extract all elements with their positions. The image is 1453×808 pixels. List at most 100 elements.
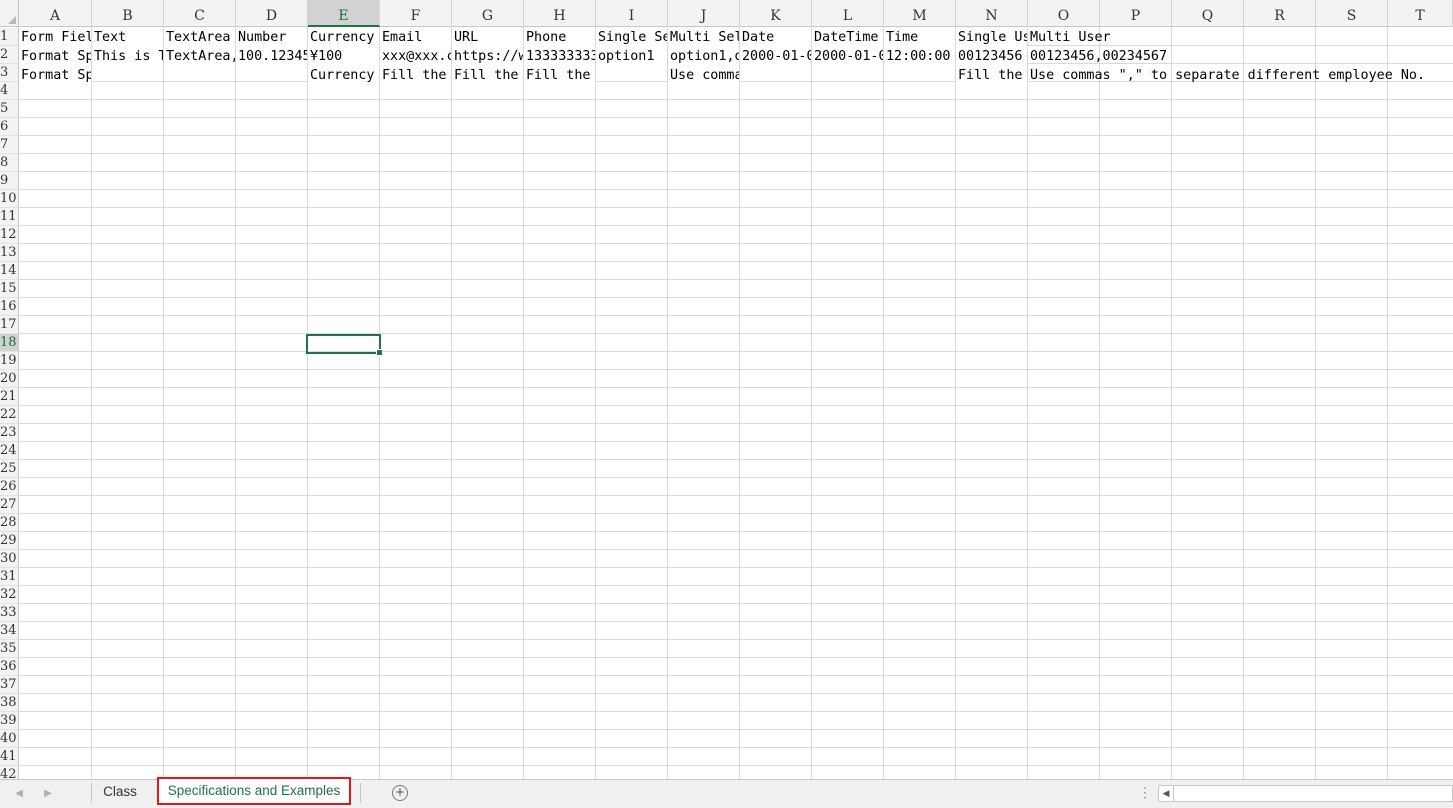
cell-A3[interactable]: Format Spec: [19, 66, 91, 84]
row-header-31[interactable]: 31: [0, 568, 19, 586]
column-header-N[interactable]: N: [956, 0, 1028, 27]
row-header-42[interactable]: 42: [0, 766, 19, 779]
column-header-K[interactable]: K: [740, 0, 812, 27]
row-header-32[interactable]: 32: [0, 586, 19, 604]
column-header-S[interactable]: S: [1316, 0, 1388, 27]
row-header-11[interactable]: 11: [0, 208, 19, 226]
cell-B1[interactable]: Text: [92, 28, 163, 46]
row-header-10[interactable]: 10: [0, 190, 19, 208]
cell-N1[interactable]: Single User: [956, 28, 1027, 46]
cell-G1[interactable]: URL: [452, 28, 523, 46]
select-all-corner[interactable]: [0, 0, 19, 27]
scrollbar-thumb[interactable]: [1174, 787, 1449, 800]
row-header-18[interactable]: 18: [0, 334, 19, 352]
row-header-23[interactable]: 23: [0, 424, 19, 442]
column-header-C[interactable]: C: [164, 0, 236, 27]
cell-E3[interactable]: Currency: [308, 66, 379, 84]
row-header-30[interactable]: 30: [0, 550, 19, 568]
row-header-13[interactable]: 13: [0, 244, 19, 262]
row-header-5[interactable]: 5: [0, 100, 19, 118]
cell-H1[interactable]: Phone: [524, 28, 595, 46]
row-header-2[interactable]: 2: [0, 46, 19, 64]
fill-handle[interactable]: [376, 349, 383, 356]
column-header-J[interactable]: J: [668, 0, 740, 27]
column-header-D[interactable]: D: [236, 0, 308, 27]
cell-G3[interactable]: Fill the: [452, 66, 523, 84]
cell-L2[interactable]: 2000-01-01: [812, 47, 883, 65]
cell-O2[interactable]: 00123456,00234567: [1028, 47, 1178, 65]
row-header-24[interactable]: 24: [0, 442, 19, 460]
column-header-H[interactable]: H: [524, 0, 596, 27]
row-header-6[interactable]: 6: [0, 118, 19, 136]
column-header-O[interactable]: O: [1028, 0, 1100, 27]
chevron-left-icon[interactable]: ◀: [12, 786, 26, 802]
cell-A1[interactable]: Form Field: [19, 28, 91, 46]
row-header-21[interactable]: 21: [0, 388, 19, 406]
cell-I1[interactable]: Single Select: [596, 28, 667, 46]
row-header-26[interactable]: 26: [0, 478, 19, 496]
cell-C1[interactable]: TextArea: [164, 28, 235, 46]
column-header-L[interactable]: L: [812, 0, 884, 27]
column-header-I[interactable]: I: [596, 0, 668, 27]
cell-D1[interactable]: Number: [236, 28, 307, 46]
chevron-right-icon[interactable]: ▶: [41, 786, 55, 802]
cell-C2[interactable]: TextArea,: [164, 47, 235, 65]
cell-I2[interactable]: option1: [596, 47, 667, 65]
cell-J1[interactable]: Multi Select: [668, 28, 739, 46]
row-header-12[interactable]: 12: [0, 226, 19, 244]
column-header-R[interactable]: R: [1244, 0, 1316, 27]
active-cell-selection[interactable]: [306, 334, 383, 356]
row-header-25[interactable]: 25: [0, 460, 19, 478]
cell-M2[interactable]: 12:00:00: [884, 47, 955, 65]
row-header-14[interactable]: 14: [0, 262, 19, 280]
cell-F1[interactable]: Email: [380, 28, 451, 46]
row-header-27[interactable]: 27: [0, 496, 19, 514]
cell-J3[interactable]: Use comma: [668, 66, 739, 84]
spreadsheet-grid[interactable]: A B C D E F G H I J K L M N O P Q R S T …: [0, 0, 1453, 779]
cell-H2[interactable]: 13333333333: [524, 47, 595, 65]
tab-class[interactable]: Class: [92, 780, 148, 804]
row-header-9[interactable]: 9: [0, 172, 19, 190]
row-header-8[interactable]: 8: [0, 154, 19, 172]
column-header-B[interactable]: B: [92, 0, 164, 27]
column-header-T[interactable]: T: [1388, 0, 1453, 27]
row-header-20[interactable]: 20: [0, 370, 19, 388]
cell-E2[interactable]: ¥100: [308, 47, 379, 65]
scroll-left-icon[interactable]: ◀: [1159, 786, 1174, 801]
row-header-4[interactable]: 4: [0, 82, 19, 100]
cell-L1[interactable]: DateTime: [812, 28, 883, 46]
row-header-36[interactable]: 36: [0, 658, 19, 676]
row-header-19[interactable]: 19: [0, 352, 19, 370]
cell-O3[interactable]: Use commas "," to separate different emp…: [1028, 66, 1448, 84]
row-header-17[interactable]: 17: [0, 316, 19, 334]
row-header-40[interactable]: 40: [0, 730, 19, 748]
row-header-1[interactable]: 1: [0, 28, 19, 46]
cell-D2[interactable]: 100.12345: [236, 47, 307, 65]
row-header-39[interactable]: 39: [0, 712, 19, 730]
row-header-16[interactable]: 16: [0, 298, 19, 316]
cell-A2[interactable]: Format Spec: [19, 47, 91, 65]
column-header-P[interactable]: P: [1100, 0, 1172, 27]
row-header-41[interactable]: 41: [0, 748, 19, 766]
cell-J2[interactable]: option1,option2: [668, 47, 739, 65]
row-header-37[interactable]: 37: [0, 676, 19, 694]
cell-O1[interactable]: Multi User: [1028, 28, 1178, 46]
row-header-38[interactable]: 38: [0, 694, 19, 712]
cell-N3[interactable]: Fill the: [956, 66, 1027, 84]
row-header-29[interactable]: 29: [0, 532, 19, 550]
row-header-15[interactable]: 15: [0, 280, 19, 298]
cell-E1[interactable]: Currency: [308, 28, 379, 46]
cell-G2[interactable]: https://www: [452, 47, 523, 65]
cell-K2[interactable]: 2000-01-01: [740, 47, 811, 65]
column-header-E[interactable]: E: [308, 0, 380, 27]
cell-N2[interactable]: 00123456: [956, 47, 1027, 65]
column-header-A[interactable]: A: [19, 0, 92, 27]
cell-K1[interactable]: Date: [740, 28, 811, 46]
cell-M1[interactable]: Time: [884, 28, 955, 46]
row-header-7[interactable]: 7: [0, 136, 19, 154]
column-header-F[interactable]: F: [380, 0, 452, 27]
column-header-G[interactable]: G: [452, 0, 524, 27]
row-header-33[interactable]: 33: [0, 604, 19, 622]
cell-F3[interactable]: Fill the: [380, 66, 451, 84]
horizontal-scrollbar[interactable]: ◀: [1158, 785, 1453, 802]
